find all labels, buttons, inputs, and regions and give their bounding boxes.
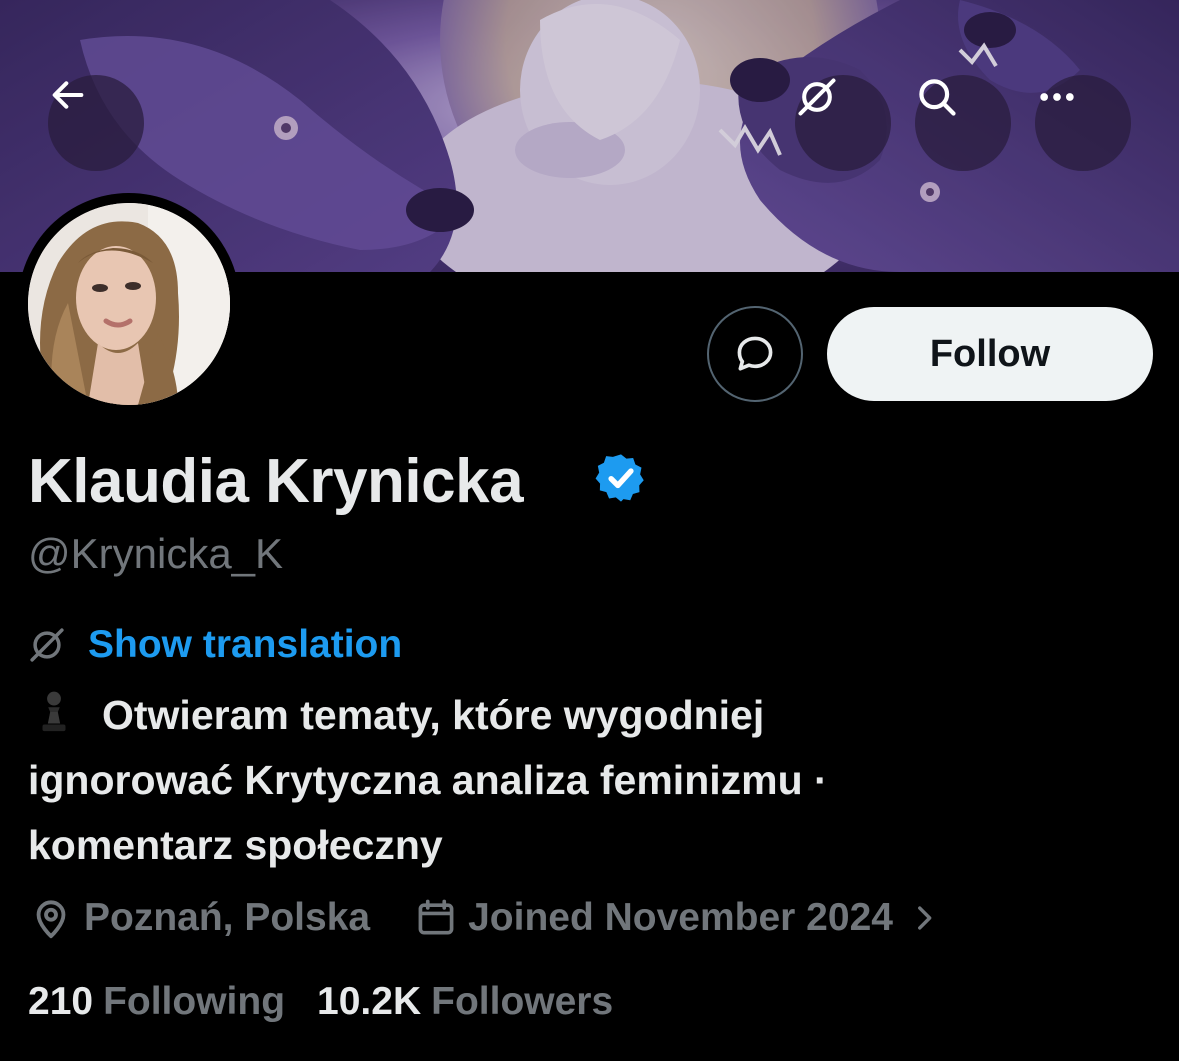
calendar-icon [418, 899, 454, 935]
followers-stat[interactable]: 10.2K Followers [317, 980, 613, 1024]
following-label: Following [103, 980, 286, 1023]
more-horizontal-icon [1040, 93, 1074, 101]
message-bubble-icon [737, 336, 773, 371]
avatar-frame [18, 193, 240, 415]
chevron-right-icon [918, 906, 932, 930]
search-button[interactable] [915, 75, 1011, 171]
verified-badge-icon[interactable] [594, 451, 648, 505]
grok-translate-icon [30, 628, 64, 662]
arrow-left-icon [52, 81, 84, 109]
message-button[interactable] [707, 306, 803, 402]
location: Poznań, Polska [28, 895, 370, 941]
search-icon [919, 79, 956, 116]
following-count: 210 [28, 980, 94, 1023]
bio-line: Otwieram tematy, które wygodniej [28, 683, 1148, 748]
followers-count: 10.2K [317, 980, 422, 1023]
location-pin-icon [36, 900, 66, 939]
show-translation-link[interactable]: Show translation [88, 623, 402, 667]
more-button[interactable] [1035, 75, 1131, 171]
avatar-photo [28, 203, 230, 405]
bio-text-line-2: ignorować Krytyczna analiza feminizmu · [28, 757, 828, 803]
profile-page: Follow Klaudia Krynicka @Krynicka_K Show… [0, 0, 1179, 1061]
grok-icon [798, 78, 836, 116]
join-date[interactable]: Joined November 2024 [414, 896, 951, 940]
join-date-text: Joined November 2024 [468, 896, 893, 939]
follow-button[interactable]: Follow [827, 307, 1153, 401]
followers-label: Followers [431, 980, 614, 1023]
profile-bio: Otwieram tematy, które wygodniej ignorow… [28, 683, 1148, 878]
bio-text-line-1: Otwieram tematy, które wygodniej [102, 692, 765, 738]
display-name: Klaudia Krynicka [28, 447, 524, 516]
avatar[interactable] [28, 203, 230, 405]
location-text: Poznań, Polska [84, 896, 371, 939]
translate-row: Show translation [26, 622, 402, 668]
user-handle: @Krynicka_K [28, 530, 284, 577]
back-button[interactable] [48, 75, 144, 171]
following-stat[interactable]: 210 Following [28, 980, 285, 1024]
grok-button[interactable] [795, 75, 891, 171]
profile-meta: Poznań, Polska Joined November 2024 [28, 890, 951, 946]
bio-text-line-3: komentarz społeczny [28, 822, 443, 868]
chess-pawn-icon [42, 691, 66, 732]
follow-stats: 210 Following 10.2K Followers [28, 980, 613, 1024]
